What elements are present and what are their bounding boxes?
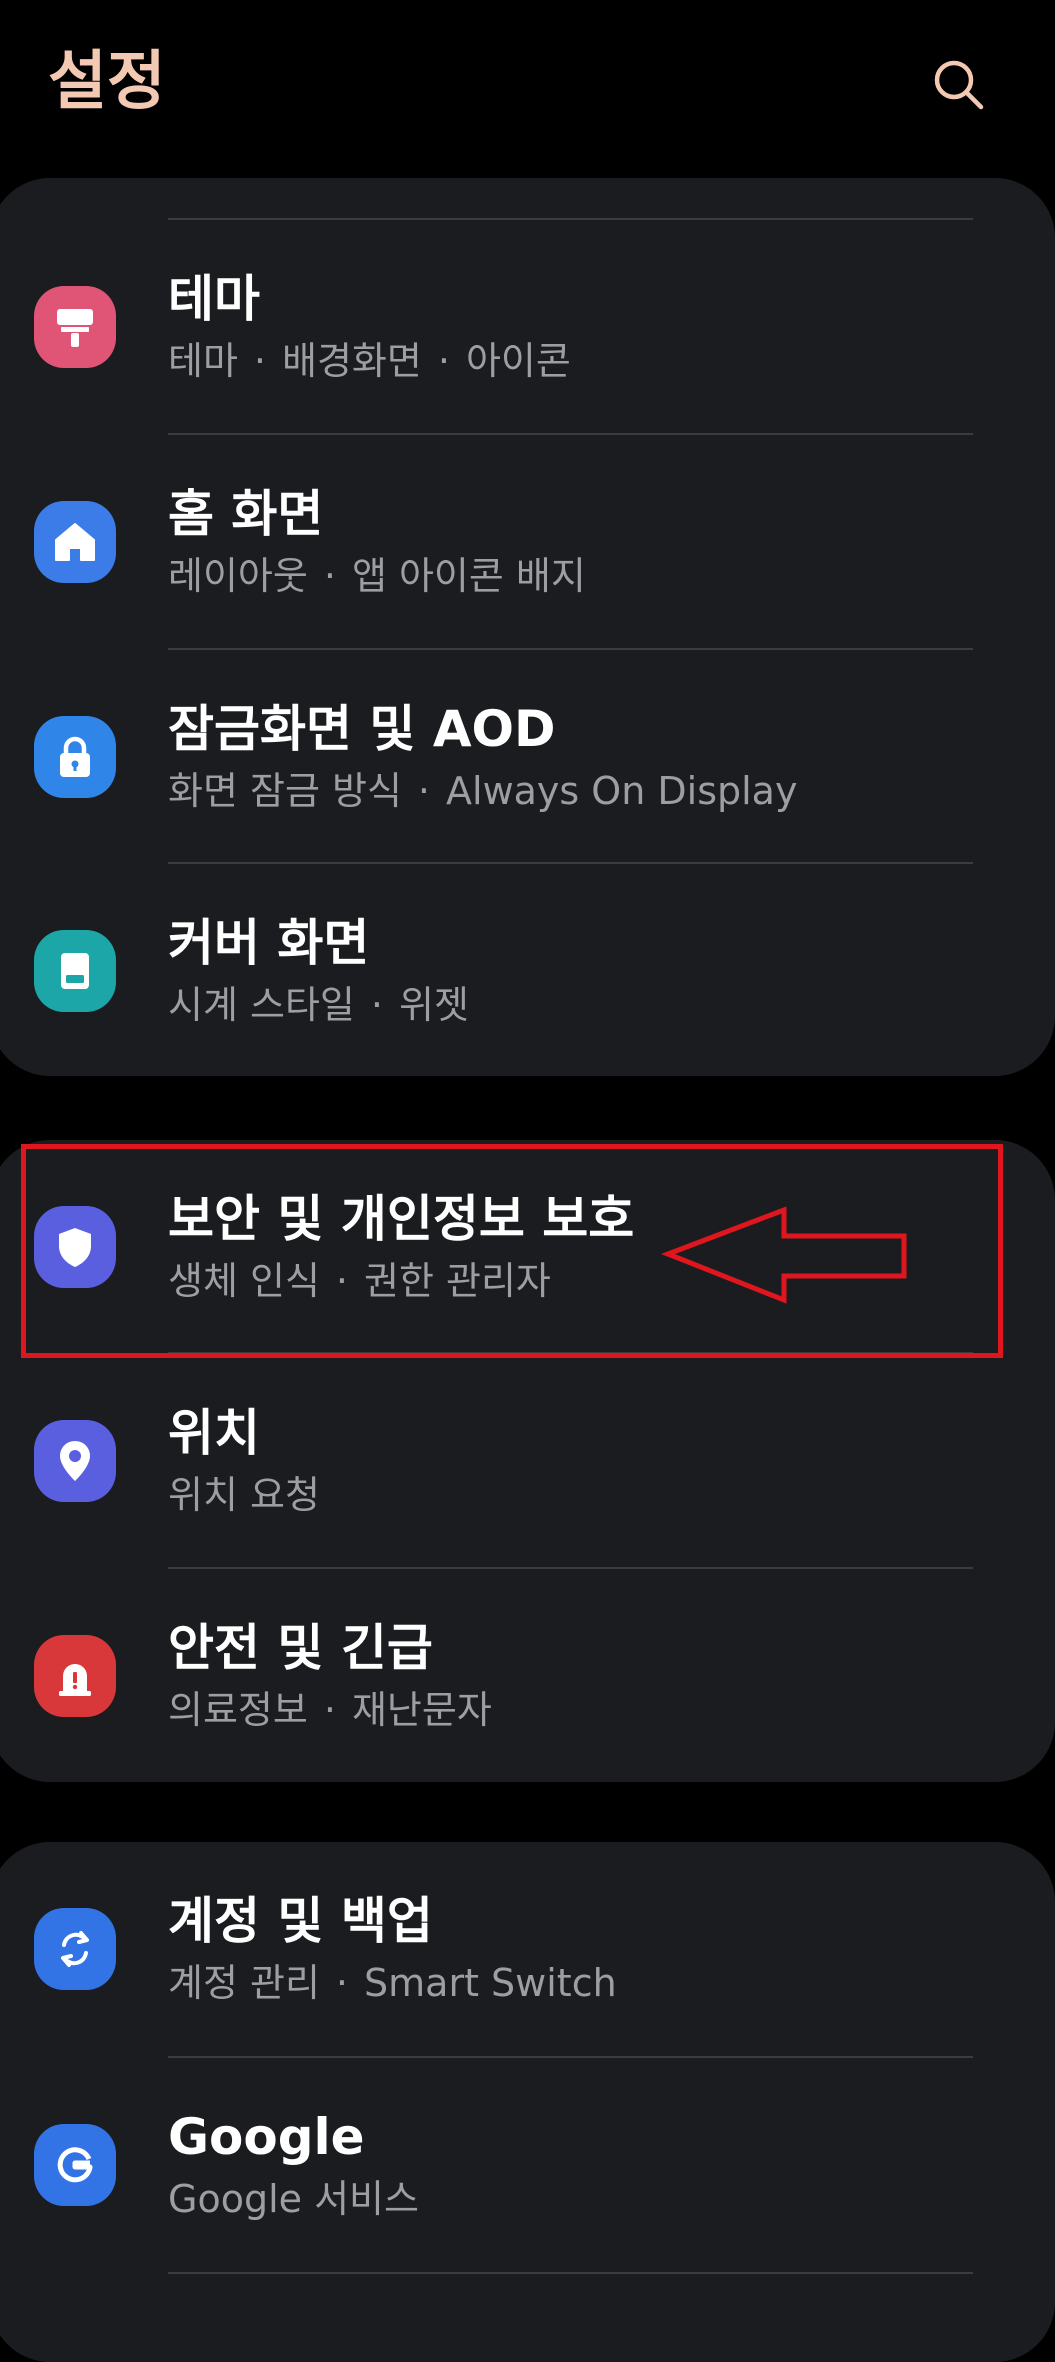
settings-item-subtitle: 시계 스타일 · 위젯 [168, 983, 469, 1027]
settings-item-subtitle: Google 서비스 [168, 2177, 419, 2221]
settings-item-lock-screen[interactable]: 잠금화면 및 AOD 화면 잠금 방식 · Always On Display [0, 650, 1055, 865]
search-icon [934, 60, 984, 110]
settings-item-title: 홈 화면 [168, 485, 324, 543]
cover-screen-icon [34, 930, 116, 1012]
app-header: 설정 [0, 0, 1055, 170]
settings-item-subtitle: 계정 관리 · Smart Switch [168, 1961, 617, 2005]
lock-icon [34, 716, 116, 798]
paint-roller-icon [34, 286, 116, 368]
settings-item-title: 잠금화면 및 AOD [168, 700, 556, 758]
settings-group-accounts: 계정 및 백업 계정 관리 · Smart Switch Google Google… [0, 1842, 1055, 2362]
sync-icon [34, 1908, 116, 1990]
settings-item-location[interactable]: 위치 위치 요청 [0, 1354, 1055, 1569]
settings-item-cover-screen[interactable]: 커버 화면 시계 스타일 · 위젯 [0, 864, 1055, 1076]
settings-item-accounts-backup[interactable]: 계정 및 백업 계정 관리 · Smart Switch [0, 1842, 1055, 2057]
settings-item-subtitle: 테마 · 배경화면 · 아이콘 [168, 339, 571, 383]
settings-group-display: 테마 테마 · 배경화면 · 아이콘 홈 화면 레이아웃 · 앱 아이콘 배지 잠금화면 및… [0, 178, 1055, 1076]
settings-item-google[interactable]: Google Google 서비스 [0, 2058, 1055, 2273]
settings-item-title: 안전 및 긴급 [168, 1619, 433, 1677]
search-button[interactable] [922, 48, 994, 120]
settings-item-title: 테마 [168, 270, 260, 328]
settings-item-subtitle: 화면 잠금 방식 · Always On Display [168, 769, 798, 813]
settings-item-subtitle: 의료정보 · 재난문자 [168, 1688, 492, 1732]
location-pin-icon [34, 1420, 116, 1502]
page-title: 설정 [48, 45, 166, 119]
settings-item-title: 커버 화면 [168, 914, 370, 972]
divider [168, 2272, 973, 2274]
settings-item-safety-emergency[interactable]: 안전 및 긴급 의료정보 · 재난문자 [0, 1569, 1055, 1782]
settings-item-subtitle: 위치 요청 [168, 1473, 320, 1517]
emergency-alert-icon [34, 1635, 116, 1717]
settings-item-home-screen[interactable]: 홈 화면 레이아웃 · 앱 아이콘 배지 [0, 435, 1055, 650]
settings-item-theme[interactable]: 테마 테마 · 배경화면 · 아이콘 [0, 220, 1055, 435]
home-icon [34, 501, 116, 583]
settings-item-title: 계정 및 백업 [168, 1892, 433, 1950]
google-icon [34, 2124, 116, 2206]
settings-item-title: Google [168, 2108, 365, 2166]
settings-item-title: 위치 [168, 1404, 260, 1462]
settings-item-subtitle: 레이아웃 · 앱 아이콘 배지 [168, 554, 586, 598]
left-arrow-annotation [661, 1206, 907, 1304]
